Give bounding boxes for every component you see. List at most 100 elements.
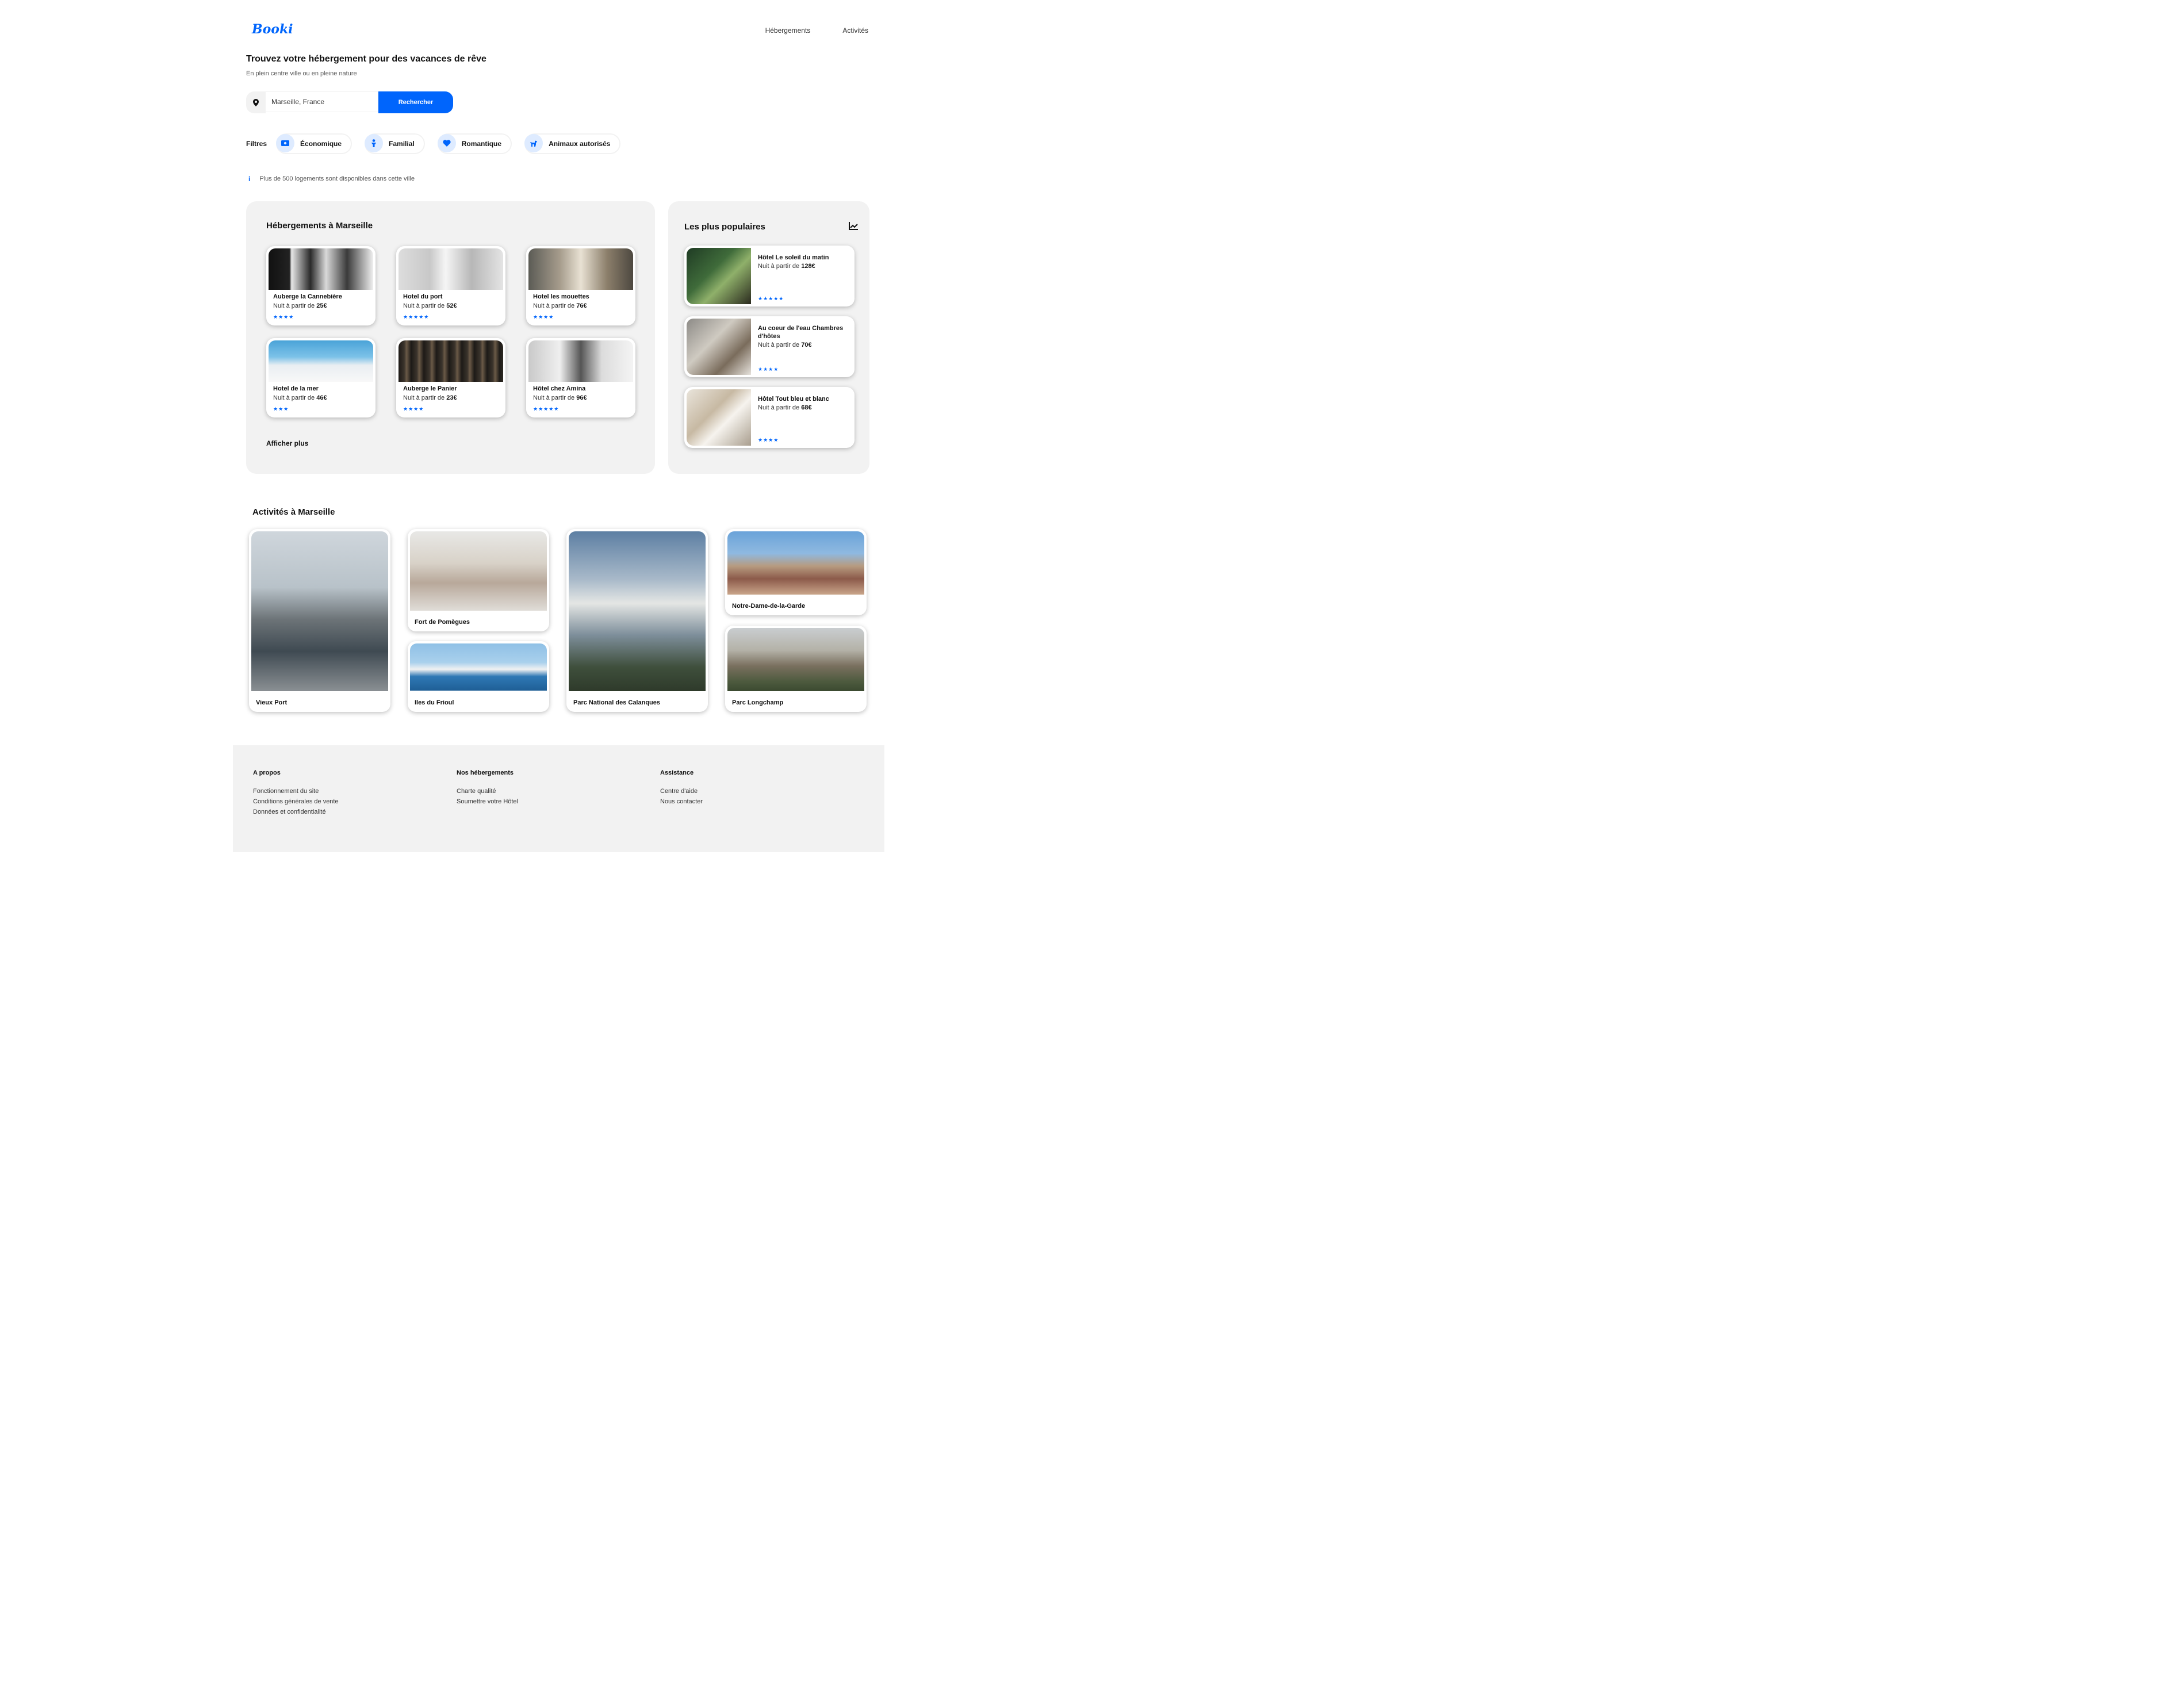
activity-photo (410, 643, 547, 691)
activity-card[interactable]: Iles du Frioul (408, 641, 549, 712)
star-rating: ★★★★ (273, 314, 294, 320)
site-header: Booki Hébergements Activités (233, 21, 884, 44)
filter-economique[interactable]: Économique (276, 133, 352, 154)
section-title: Les plus populaires (684, 222, 765, 232)
activity-photo (569, 531, 706, 691)
filter-romantique[interactable]: Romantique (437, 133, 512, 154)
activity-photo (727, 531, 864, 595)
accommodation-name: Hotel du port (403, 293, 443, 300)
popular-name: Hôtel Le soleil du matin (758, 254, 829, 261)
popular-section: Les plus populaires Hôtel Le soleil du m… (668, 201, 869, 474)
accommodation-photo (528, 248, 633, 290)
activity-card[interactable]: Parc National des Calanques (566, 529, 708, 712)
popular-photo (687, 248, 751, 304)
popular-name: Au coeur de l'eau Chambres d'hôtes (758, 325, 844, 340)
accommodation-price: Nuit à partir de 76€ (533, 302, 587, 309)
footer-link[interactable]: Données et confidentialité (253, 809, 339, 815)
footer-heading: Assistance (660, 769, 694, 776)
footer-link[interactable]: Nous contacter (660, 798, 703, 805)
activity-photo (410, 531, 547, 611)
footer-heading: A propos (253, 769, 281, 776)
activity-label: Notre-Dame-de-la-Garde (732, 603, 806, 610)
dog-icon (524, 134, 543, 152)
info-text: Plus de 500 logements sont disponibles d… (259, 175, 415, 182)
star-rating: ★★★★ (533, 314, 554, 320)
popular-card[interactable]: Au coeur de l'eau Chambres d'hôtes Nuit … (684, 316, 855, 377)
accommodations-section: Hébergements à Marseille Auberge la Cann… (246, 201, 655, 474)
search-bar: Marseille, France Rechercher (246, 91, 453, 113)
section-title: Hébergements à Marseille (266, 221, 373, 231)
star-rating: ★★★★★ (758, 296, 784, 301)
main-nav: Hébergements Activités (765, 26, 868, 35)
popular-price: Nuit à partir de 70€ (758, 342, 812, 348)
footer-heading: Nos hébergements (457, 769, 514, 776)
accommodation-name: Auberge le Panier (403, 385, 457, 392)
star-rating: ★★★★ (758, 437, 779, 443)
star-rating: ★★★★ (403, 406, 424, 412)
child-icon (365, 134, 384, 152)
accommodation-photo (399, 340, 503, 382)
accommodation-card[interactable]: Hotel du port Nuit à partir de 52€ ★★★★★ (396, 246, 505, 325)
info-icon: i (248, 175, 251, 183)
popular-photo (687, 319, 751, 375)
filter-animaux[interactable]: Animaux autorisés (524, 133, 621, 154)
chart-trend-icon (849, 222, 858, 232)
star-rating: ★★★★ (758, 366, 779, 372)
accommodation-card[interactable]: Hotel de la mer Nuit à partir de 46€ ★★★ (266, 338, 376, 417)
nav-activites[interactable]: Activités (842, 26, 868, 35)
popular-price: Nuit à partir de 68€ (758, 404, 812, 411)
filter-familial[interactable]: Familial (365, 133, 425, 154)
footer-link[interactable]: Fonctionnement du site (253, 788, 339, 795)
accommodation-price: Nuit à partir de 25€ (273, 302, 327, 309)
activity-label: Parc National des Calanques (573, 699, 660, 706)
footer-column-assistance: Assistance Centre d'aide Nous contacter (660, 769, 703, 809)
hero-subtitle: En plein centre ville ou en pleine natur… (246, 70, 357, 77)
accommodation-card[interactable]: Auberge le Panier Nuit à partir de 23€ ★… (396, 338, 505, 417)
money-icon (276, 134, 295, 152)
filter-label: Familial (389, 140, 415, 148)
search-input[interactable]: Marseille, France (266, 91, 378, 112)
footer-column-hebergements: Nos hébergements Charte qualité Soumettr… (457, 769, 518, 809)
popular-card[interactable]: Hôtel Le soleil du matin Nuit à partir d… (684, 246, 855, 306)
activity-label: Fort de Pomègues (415, 619, 470, 626)
activity-card[interactable]: Vieux Port (249, 529, 390, 712)
accommodation-card[interactable]: Auberge la Cannebière Nuit à partir de 2… (266, 246, 376, 325)
site-footer: A propos Fonctionnement du site Conditio… (233, 745, 884, 852)
accommodation-name: Hotel les mouettes (533, 293, 589, 300)
footer-link[interactable]: Soumettre votre Hôtel (457, 798, 518, 805)
popular-card[interactable]: Hôtel Tout bleu et blanc Nuit à partir d… (684, 387, 855, 448)
activity-card[interactable]: Notre-Dame-de-la-Garde (725, 529, 867, 615)
nav-hebergements[interactable]: Hébergements (765, 26, 811, 35)
popular-name: Hôtel Tout bleu et blanc (758, 396, 829, 403)
filters-label: Filtres (246, 140, 267, 148)
footer-column-apropos: A propos Fonctionnement du site Conditio… (253, 769, 339, 819)
filter-label: Romantique (461, 140, 502, 148)
info-banner: i Plus de 500 logements sont disponibles… (248, 175, 415, 183)
activity-card[interactable]: Fort de Pomègues (408, 529, 549, 631)
accommodation-photo (528, 340, 633, 382)
footer-link[interactable]: Charte qualité (457, 788, 518, 795)
activity-label: Vieux Port (256, 699, 288, 706)
activity-label: Parc Longchamp (732, 699, 784, 706)
hero-title: Trouvez votre hébergement pour des vacan… (246, 54, 486, 64)
filter-label: Animaux autorisés (549, 140, 611, 148)
show-more-link[interactable]: Afficher plus (266, 439, 308, 447)
star-rating: ★★★★★ (533, 406, 560, 412)
popular-photo (687, 389, 751, 446)
heart-icon (437, 134, 456, 152)
accommodation-photo (269, 340, 373, 382)
accommodation-photo (399, 248, 503, 290)
accommodation-card[interactable]: Hotel les mouettes Nuit à partir de 76€ … (526, 246, 635, 325)
footer-link[interactable]: Centre d'aide (660, 788, 703, 795)
accommodation-card[interactable]: Hôtel chez Amina Nuit à partir de 96€ ★★… (526, 338, 635, 417)
footer-link[interactable]: Conditions générales de vente (253, 798, 339, 805)
accommodation-name: Hotel de la mer (273, 385, 319, 392)
booki-logo[interactable]: Booki (252, 22, 293, 37)
filters-bar: Filtres Économique Familial Romantique A… (246, 133, 633, 154)
search-button[interactable]: Rechercher (378, 91, 453, 113)
filter-label: Économique (300, 140, 342, 148)
activity-photo (251, 531, 388, 691)
accommodation-price: Nuit à partir de 52€ (403, 302, 457, 309)
accommodation-photo (269, 248, 373, 290)
activity-card[interactable]: Parc Longchamp (725, 626, 867, 712)
